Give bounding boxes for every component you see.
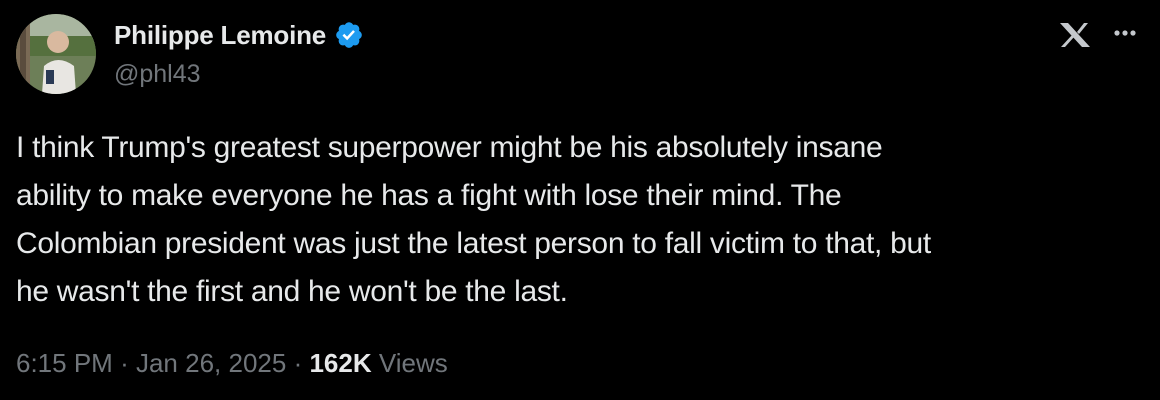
tweet-text-line: he wasn't the first and he won't be the …: [16, 275, 568, 308]
tweet-text: I think Trump's greatest superpower migh…: [16, 124, 1144, 316]
views-count: 162K: [309, 348, 372, 378]
tweet-text-line: Colombian president was just the latest …: [16, 227, 931, 260]
tweet-meta: 6:15 PM · Jan 26, 2025 · 162K Views: [16, 348, 448, 379]
name-row: Philippe Lemoine: [114, 18, 364, 52]
tweet-card: Philippe Lemoine @phl43 I think Trump's …: [0, 0, 1160, 400]
tweet-date[interactable]: Jan 26, 2025: [136, 348, 286, 378]
author-display-name[interactable]: Philippe Lemoine: [114, 20, 326, 51]
tweet-header: Philippe Lemoine @phl43: [114, 18, 364, 89]
verified-badge-icon: [334, 20, 364, 50]
avatar[interactable]: [16, 14, 96, 94]
tweet-text-line: ability to make everyone he has a fight …: [16, 179, 842, 212]
avatar-photo: [16, 14, 96, 94]
meta-separator: ·: [120, 348, 129, 378]
x-logo-icon[interactable]: [1058, 20, 1092, 50]
meta-separator: ·: [293, 348, 303, 378]
views-label: Views: [378, 348, 448, 378]
tweet-text-line: I think Trump's greatest superpower migh…: [16, 131, 883, 164]
author-handle[interactable]: @phl43: [114, 60, 364, 89]
tweet-time[interactable]: 6:15 PM: [16, 348, 113, 378]
more-options-icon[interactable]: [1108, 16, 1142, 50]
